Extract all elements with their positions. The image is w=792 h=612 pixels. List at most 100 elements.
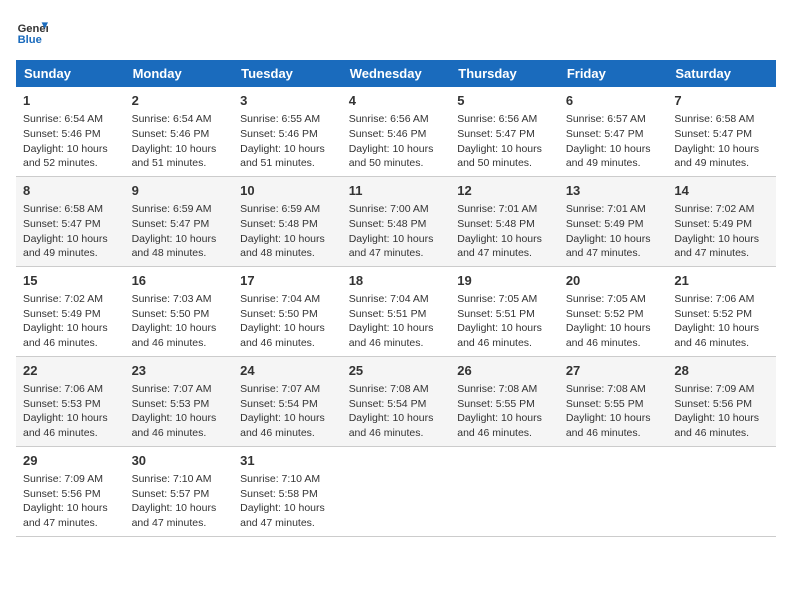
day-number: 27 — [566, 362, 661, 380]
day-info: Sunrise: 7:01 AM Sunset: 5:49 PM Dayligh… — [566, 202, 661, 261]
col-header-monday: Monday — [125, 60, 234, 87]
day-number: 2 — [132, 92, 227, 110]
day-number: 13 — [566, 182, 661, 200]
calendar-cell: 26 Sunrise: 7:08 AM Sunset: 5:55 PM Dayl… — [450, 356, 559, 446]
calendar-cell: 8 Sunrise: 6:58 AM Sunset: 5:47 PM Dayli… — [16, 176, 125, 266]
calendar-cell: 2 Sunrise: 6:54 AM Sunset: 5:46 PM Dayli… — [125, 87, 234, 176]
calendar-cell: 22 Sunrise: 7:06 AM Sunset: 5:53 PM Dayl… — [16, 356, 125, 446]
day-number: 26 — [457, 362, 552, 380]
day-number: 23 — [132, 362, 227, 380]
day-number: 1 — [23, 92, 118, 110]
day-info: Sunrise: 7:07 AM Sunset: 5:54 PM Dayligh… — [240, 382, 335, 441]
day-number: 31 — [240, 452, 335, 470]
calendar-cell — [342, 446, 451, 536]
calendar-cell: 10 Sunrise: 6:59 AM Sunset: 5:48 PM Dayl… — [233, 176, 342, 266]
day-number: 7 — [674, 92, 769, 110]
day-info: Sunrise: 6:58 AM Sunset: 5:47 PM Dayligh… — [23, 202, 118, 261]
calendar-cell: 11 Sunrise: 7:00 AM Sunset: 5:48 PM Dayl… — [342, 176, 451, 266]
day-info: Sunrise: 7:08 AM Sunset: 5:54 PM Dayligh… — [349, 382, 444, 441]
col-header-wednesday: Wednesday — [342, 60, 451, 87]
day-number: 8 — [23, 182, 118, 200]
day-info: Sunrise: 6:57 AM Sunset: 5:47 PM Dayligh… — [566, 112, 661, 171]
day-info: Sunrise: 6:54 AM Sunset: 5:46 PM Dayligh… — [23, 112, 118, 171]
day-info: Sunrise: 7:08 AM Sunset: 5:55 PM Dayligh… — [457, 382, 552, 441]
day-info: Sunrise: 6:55 AM Sunset: 5:46 PM Dayligh… — [240, 112, 335, 171]
day-info: Sunrise: 7:02 AM Sunset: 5:49 PM Dayligh… — [674, 202, 769, 261]
day-info: Sunrise: 7:04 AM Sunset: 5:50 PM Dayligh… — [240, 292, 335, 351]
col-header-sunday: Sunday — [16, 60, 125, 87]
day-info: Sunrise: 6:58 AM Sunset: 5:47 PM Dayligh… — [674, 112, 769, 171]
calendar-cell: 25 Sunrise: 7:08 AM Sunset: 5:54 PM Dayl… — [342, 356, 451, 446]
day-info: Sunrise: 7:09 AM Sunset: 5:56 PM Dayligh… — [674, 382, 769, 441]
day-number: 17 — [240, 272, 335, 290]
calendar-cell: 23 Sunrise: 7:07 AM Sunset: 5:53 PM Dayl… — [125, 356, 234, 446]
day-info: Sunrise: 6:56 AM Sunset: 5:47 PM Dayligh… — [457, 112, 552, 171]
day-number: 18 — [349, 272, 444, 290]
logo-icon: General Blue — [16, 16, 48, 48]
day-number: 20 — [566, 272, 661, 290]
calendar-cell: 27 Sunrise: 7:08 AM Sunset: 5:55 PM Dayl… — [559, 356, 668, 446]
calendar-cell — [450, 446, 559, 536]
day-number: 19 — [457, 272, 552, 290]
calendar-cell: 7 Sunrise: 6:58 AM Sunset: 5:47 PM Dayli… — [667, 87, 776, 176]
day-info: Sunrise: 7:05 AM Sunset: 5:52 PM Dayligh… — [566, 292, 661, 351]
day-info: Sunrise: 7:08 AM Sunset: 5:55 PM Dayligh… — [566, 382, 661, 441]
day-info: Sunrise: 7:09 AM Sunset: 5:56 PM Dayligh… — [23, 472, 118, 531]
calendar-cell: 13 Sunrise: 7:01 AM Sunset: 5:49 PM Dayl… — [559, 176, 668, 266]
day-info: Sunrise: 7:01 AM Sunset: 5:48 PM Dayligh… — [457, 202, 552, 261]
calendar-cell: 17 Sunrise: 7:04 AM Sunset: 5:50 PM Dayl… — [233, 266, 342, 356]
day-info: Sunrise: 7:02 AM Sunset: 5:49 PM Dayligh… — [23, 292, 118, 351]
day-number: 14 — [674, 182, 769, 200]
day-number: 10 — [240, 182, 335, 200]
day-number: 6 — [566, 92, 661, 110]
day-info: Sunrise: 6:56 AM Sunset: 5:46 PM Dayligh… — [349, 112, 444, 171]
day-info: Sunrise: 7:05 AM Sunset: 5:51 PM Dayligh… — [457, 292, 552, 351]
col-header-saturday: Saturday — [667, 60, 776, 87]
day-number: 29 — [23, 452, 118, 470]
logo: General Blue — [16, 16, 48, 48]
day-info: Sunrise: 7:06 AM Sunset: 5:53 PM Dayligh… — [23, 382, 118, 441]
day-number: 12 — [457, 182, 552, 200]
calendar-cell: 5 Sunrise: 6:56 AM Sunset: 5:47 PM Dayli… — [450, 87, 559, 176]
calendar-cell: 1 Sunrise: 6:54 AM Sunset: 5:46 PM Dayli… — [16, 87, 125, 176]
day-info: Sunrise: 7:04 AM Sunset: 5:51 PM Dayligh… — [349, 292, 444, 351]
day-number: 16 — [132, 272, 227, 290]
col-header-tuesday: Tuesday — [233, 60, 342, 87]
day-info: Sunrise: 7:10 AM Sunset: 5:58 PM Dayligh… — [240, 472, 335, 531]
calendar-cell: 15 Sunrise: 7:02 AM Sunset: 5:49 PM Dayl… — [16, 266, 125, 356]
col-header-friday: Friday — [559, 60, 668, 87]
calendar-cell: 31 Sunrise: 7:10 AM Sunset: 5:58 PM Dayl… — [233, 446, 342, 536]
calendar-cell — [559, 446, 668, 536]
svg-text:Blue: Blue — [18, 34, 42, 46]
calendar-cell: 29 Sunrise: 7:09 AM Sunset: 5:56 PM Dayl… — [16, 446, 125, 536]
day-number: 15 — [23, 272, 118, 290]
col-header-thursday: Thursday — [450, 60, 559, 87]
calendar-cell: 28 Sunrise: 7:09 AM Sunset: 5:56 PM Dayl… — [667, 356, 776, 446]
day-number: 25 — [349, 362, 444, 380]
calendar-cell: 9 Sunrise: 6:59 AM Sunset: 5:47 PM Dayli… — [125, 176, 234, 266]
day-info: Sunrise: 6:54 AM Sunset: 5:46 PM Dayligh… — [132, 112, 227, 171]
day-number: 24 — [240, 362, 335, 380]
calendar-cell — [667, 446, 776, 536]
day-info: Sunrise: 7:00 AM Sunset: 5:48 PM Dayligh… — [349, 202, 444, 261]
calendar-cell: 3 Sunrise: 6:55 AM Sunset: 5:46 PM Dayli… — [233, 87, 342, 176]
day-number: 5 — [457, 92, 552, 110]
day-number: 21 — [674, 272, 769, 290]
calendar-cell: 18 Sunrise: 7:04 AM Sunset: 5:51 PM Dayl… — [342, 266, 451, 356]
day-info: Sunrise: 6:59 AM Sunset: 5:48 PM Dayligh… — [240, 202, 335, 261]
day-number: 4 — [349, 92, 444, 110]
calendar-cell: 4 Sunrise: 6:56 AM Sunset: 5:46 PM Dayli… — [342, 87, 451, 176]
calendar-cell: 24 Sunrise: 7:07 AM Sunset: 5:54 PM Dayl… — [233, 356, 342, 446]
day-info: Sunrise: 6:59 AM Sunset: 5:47 PM Dayligh… — [132, 202, 227, 261]
calendar-cell: 6 Sunrise: 6:57 AM Sunset: 5:47 PM Dayli… — [559, 87, 668, 176]
day-info: Sunrise: 7:10 AM Sunset: 5:57 PM Dayligh… — [132, 472, 227, 531]
day-info: Sunrise: 7:07 AM Sunset: 5:53 PM Dayligh… — [132, 382, 227, 441]
calendar-cell: 20 Sunrise: 7:05 AM Sunset: 5:52 PM Dayl… — [559, 266, 668, 356]
day-number: 28 — [674, 362, 769, 380]
calendar-table: SundayMondayTuesdayWednesdayThursdayFrid… — [16, 60, 776, 537]
calendar-cell: 12 Sunrise: 7:01 AM Sunset: 5:48 PM Dayl… — [450, 176, 559, 266]
day-info: Sunrise: 7:03 AM Sunset: 5:50 PM Dayligh… — [132, 292, 227, 351]
day-number: 3 — [240, 92, 335, 110]
calendar-cell: 19 Sunrise: 7:05 AM Sunset: 5:51 PM Dayl… — [450, 266, 559, 356]
day-number: 22 — [23, 362, 118, 380]
